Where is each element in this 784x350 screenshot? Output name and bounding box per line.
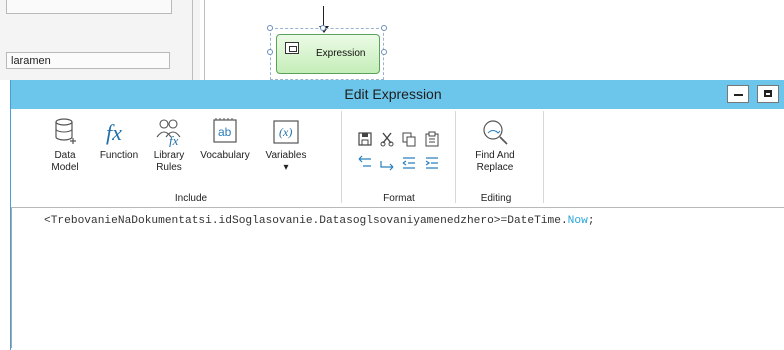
function-button[interactable]: fx Function: [95, 117, 143, 162]
ribbon-separator: [341, 111, 342, 203]
dialog-titlebar[interactable]: Edit Expression: [11, 80, 784, 109]
data-model-button[interactable]: Data Model: [47, 117, 83, 174]
svg-text:(x): (x): [279, 125, 292, 139]
panel-divider: [192, 0, 193, 80]
svg-text:fx: fx: [169, 133, 179, 147]
library-rules-button[interactable]: fx Library Rules: [149, 117, 189, 174]
expression-code[interactable]: <TrebovanieNaDokumentatsi.idSoglasovanie…: [44, 215, 595, 227]
indent-icon[interactable]: [424, 155, 440, 171]
function-fx-icon: fx: [106, 120, 122, 145]
cut-icon[interactable]: [379, 131, 395, 147]
library-rules-label: Rules: [156, 162, 182, 173]
library-rules-icon: fx: [156, 119, 181, 147]
svg-text:fx: fx: [106, 120, 122, 145]
include-group-label: Include: [174, 193, 208, 204]
edit-expression-dialog: Edit Expression Data Model fx Function f…: [10, 80, 784, 350]
side-panel-field[interactable]: [6, 0, 172, 14]
editing-group-label: Editing: [480, 193, 512, 204]
database-icon: [55, 118, 76, 144]
expression-node-icon: [285, 42, 299, 54]
data-model-label: Data: [54, 150, 76, 161]
minimize-button[interactable]: [727, 85, 749, 103]
code-keyword: Now: [567, 215, 588, 227]
vocabulary-label: Vocabulary: [200, 150, 250, 161]
chevron-down-icon: ▾: [283, 162, 289, 173]
resize-handle[interactable]: [381, 25, 387, 31]
variables-button[interactable]: (x) Variables ▾: [261, 117, 311, 174]
function-label: Function: [99, 150, 139, 161]
paste-icon[interactable]: [424, 131, 440, 147]
variables-x-icon: (x): [273, 120, 299, 144]
code-text: <TrebovanieNaDokumentatsi.idSoglasovanie…: [44, 215, 568, 227]
resize-handle[interactable]: [320, 25, 326, 31]
ribbon-separator: [543, 111, 544, 203]
ribbon-separator: [455, 111, 456, 203]
resize-handle[interactable]: [381, 49, 387, 55]
save-icon[interactable]: [357, 131, 373, 147]
find-replace-label: Find And: [475, 150, 515, 161]
variables-label: Variables: [265, 150, 307, 161]
expression-node-label: Expression: [316, 48, 366, 59]
find-replace-icon: [483, 120, 508, 145]
dialog-title: Edit Expression: [344, 86, 442, 102]
svg-text:ab: ab: [218, 125, 232, 139]
designer-side-panel: laramen: [0, 0, 200, 80]
outdent-icon[interactable]: [401, 155, 417, 171]
undo-icon[interactable]: [357, 155, 373, 171]
resize-handle[interactable]: [267, 49, 273, 55]
find-replace-label: Replace: [476, 162, 514, 173]
vocabulary-ab-icon: ab: [213, 118, 237, 143]
redo-icon[interactable]: [379, 155, 395, 171]
expression-editor[interactable]: <TrebovanieNaDokumentatsi.idSoglasovanie…: [11, 207, 784, 348]
parameter-field[interactable]: laramen: [6, 52, 170, 69]
data-model-label: Model: [51, 162, 79, 173]
resize-handle[interactable]: [267, 25, 273, 31]
format-group-label: Format: [383, 193, 415, 204]
ribbon: Data Model fx Function fx Library Rules: [11, 109, 784, 207]
editor-border: [11, 208, 12, 348]
expression-node[interactable]: Expression: [276, 34, 380, 74]
code-text: ;: [587, 215, 595, 227]
maximize-button[interactable]: [757, 85, 779, 103]
panel-divider: [204, 0, 205, 80]
vocabulary-button[interactable]: ab Vocabulary: [197, 117, 253, 162]
library-rules-label: Library: [153, 150, 185, 161]
find-and-replace-button[interactable]: Find And Replace: [473, 117, 517, 174]
copy-icon[interactable]: [401, 131, 417, 147]
